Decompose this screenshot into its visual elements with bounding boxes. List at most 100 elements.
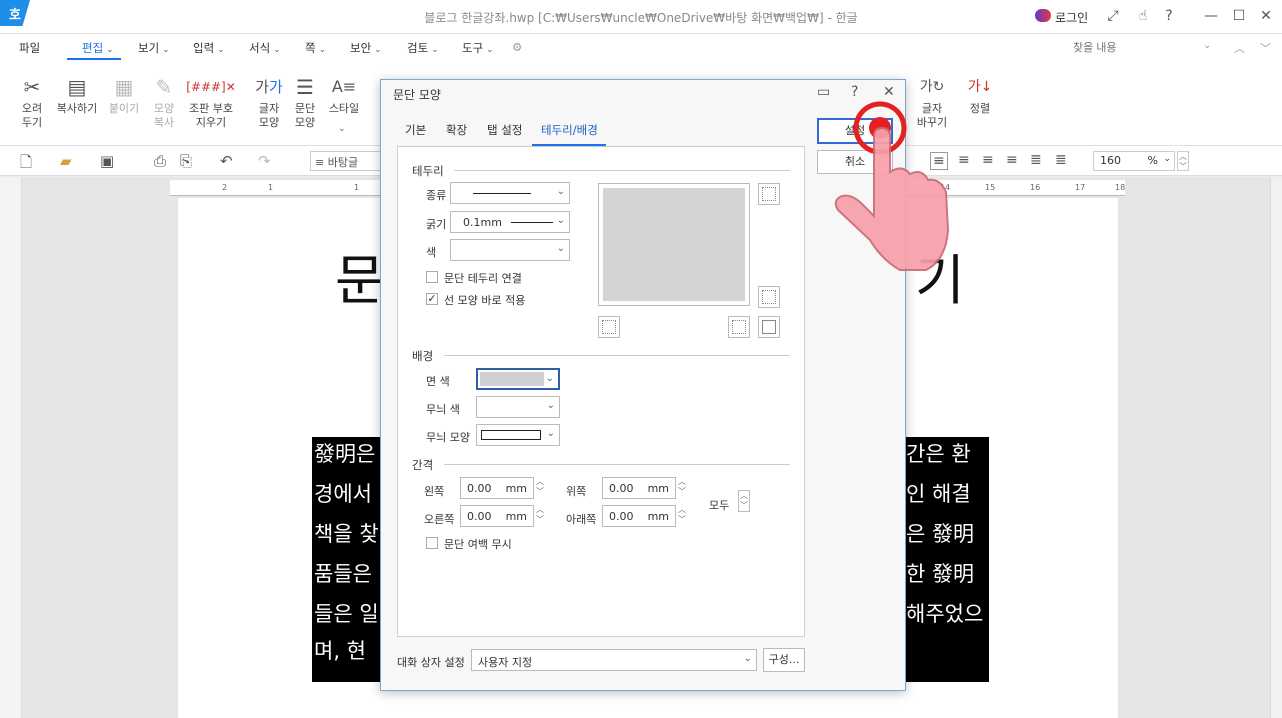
dialog-preset-value: 사용자 지정 xyxy=(478,656,533,669)
spacing-right-input[interactable]: 0.00 mm xyxy=(460,505,534,527)
tab-basic[interactable]: 기본 xyxy=(405,122,426,138)
spacing-left-input[interactable]: 0.00 mm xyxy=(460,477,534,499)
spacing-top-stepper[interactable]: ︿ ﹀ xyxy=(676,477,688,499)
background-section-title: 배경 xyxy=(412,349,434,363)
zoom-stepper[interactable]: ︿ ﹀ xyxy=(1177,151,1189,171)
menu-view[interactable]: 보기 ⌄ xyxy=(138,40,170,56)
configure-button[interactable]: 구성... xyxy=(763,648,805,672)
style-button[interactable]: A≡ 스타일 xyxy=(324,72,364,116)
border-bottom-button[interactable] xyxy=(758,286,780,308)
char-shape-icon: 가가 xyxy=(255,78,283,96)
spacing-all-label: 모두 xyxy=(709,499,730,512)
menu-insert[interactable]: 입력 ⌄ xyxy=(193,40,225,56)
paste-button[interactable]: ▦ 붙이기 xyxy=(104,72,144,116)
close-window-icon[interactable]: ✕ xyxy=(1255,6,1277,26)
border-width-select[interactable]: 0.1mm ⌄ xyxy=(450,211,570,233)
tab-tab-settings[interactable]: 탭 설정 xyxy=(487,122,522,138)
restore-ribbon-icon[interactable]: ⤢ xyxy=(1102,6,1124,26)
para-shape-label: 문단 모양 xyxy=(294,102,316,129)
dialog-title: 문단 모양 xyxy=(393,88,441,102)
print-preview-icon[interactable]: ⎘ xyxy=(180,152,192,170)
chevron-down-icon: ⌄ xyxy=(486,45,494,55)
dialog-close-icon[interactable]: ✕ xyxy=(883,84,895,100)
sort-button[interactable]: 가↓ 정렬 xyxy=(960,72,1000,116)
touch-mode-icon[interactable]: ☝ xyxy=(1132,6,1154,26)
border-top-button[interactable] xyxy=(758,183,780,205)
align-split-icon[interactable]: ≣ xyxy=(1055,152,1067,168)
vertical-scrollbar[interactable] xyxy=(1270,177,1282,718)
login-avatar-icon[interactable] xyxy=(1035,9,1051,22)
open-folder-icon[interactable]: ▰ xyxy=(60,152,72,170)
help-icon[interactable]: ? xyxy=(1158,6,1180,26)
menu-format[interactable]: 서식 ⌄ xyxy=(249,40,281,56)
menu-page[interactable]: 쪽 ⌄ xyxy=(305,40,326,56)
para-shape-button[interactable]: ☰ 문단 모양 xyxy=(285,72,325,130)
redo-icon[interactable]: ↷ xyxy=(258,152,271,170)
undo-icon[interactable]: ↶ xyxy=(220,152,233,170)
menu-file[interactable]: 파일 xyxy=(19,40,40,56)
zoom-input[interactable]: 160% ⌄ xyxy=(1093,151,1175,171)
cut-button[interactable]: ✂ 오려 두기 xyxy=(12,72,52,130)
spacing-bottom-input[interactable]: 0.00 mm xyxy=(602,505,676,527)
paragraph-line: 은 發明 xyxy=(906,522,974,546)
dialog-info-icon[interactable]: ▭ xyxy=(817,84,830,100)
extension-icon[interactable]: ⚙ xyxy=(512,40,522,54)
search-dropdown-icon[interactable]: ⌄ xyxy=(1203,40,1211,51)
align-distribute-icon[interactable]: ≣ xyxy=(1030,152,1042,168)
tutorial-hand-pointer-icon xyxy=(834,101,950,271)
menu-tools[interactable]: 도구 ⌄ xyxy=(462,40,494,56)
pattern-shape-select[interactable]: ⌄ xyxy=(476,424,560,446)
search-next-icon[interactable]: ﹀ xyxy=(1260,40,1271,56)
dialog-preset-select[interactable]: 사용자 지정 ⌄ xyxy=(471,649,757,671)
tab-extended[interactable]: 확장 xyxy=(446,122,467,138)
connect-border-checkbox[interactable] xyxy=(426,271,438,283)
ignore-margin-checkbox[interactable] xyxy=(426,537,438,549)
char-shape-button[interactable]: 가 가 글자 모양 xyxy=(249,72,289,130)
apply-immediately-checkbox[interactable]: ✓ xyxy=(426,293,438,305)
spacing-top-input[interactable]: 0.00 mm xyxy=(602,477,676,499)
ruler-tick: 18 xyxy=(1115,183,1126,192)
border-color-select[interactable]: ⌄ xyxy=(450,239,570,261)
search-input[interactable] xyxy=(1067,38,1217,58)
border-preview[interactable] xyxy=(598,183,750,306)
zoom-dropdown-icon: ⌄ xyxy=(1163,154,1171,164)
sort-icon: 가↓ xyxy=(967,79,993,95)
spacing-top-label: 위쪽 xyxy=(566,485,587,498)
spacing-all-stepper[interactable]: ︿ ﹀ xyxy=(738,490,750,512)
pattern-color-select[interactable]: ⌄ xyxy=(476,396,560,418)
maximize-icon[interactable]: ☐ xyxy=(1228,6,1250,26)
menu-security[interactable]: 보안 ⌄ xyxy=(350,40,382,56)
ruler-tick: 15 xyxy=(985,183,996,192)
style-chevron-icon[interactable]: ⌄ xyxy=(338,124,346,134)
spacing-bottom-value: 0.00 xyxy=(609,510,634,523)
search-prev-icon[interactable]: ︿ xyxy=(1234,40,1245,56)
save-icon[interactable]: ▣ xyxy=(100,152,114,170)
format-painter-button[interactable]: ✎ 모양 복사 xyxy=(144,72,184,130)
align-center-icon[interactable]: ≡ xyxy=(982,152,994,168)
new-doc-icon[interactable]: 🗋 xyxy=(20,152,32,177)
minimize-icon[interactable]: — xyxy=(1200,6,1222,26)
spacing-top-value: 0.00 xyxy=(609,482,634,495)
spacing-left-stepper[interactable]: ︿ ﹀ xyxy=(534,477,546,499)
copy-button[interactable]: ▤ 복사하기 xyxy=(54,72,100,116)
vertical-ruler xyxy=(0,177,22,718)
spacing-right-stepper[interactable]: ︿ ﹀ xyxy=(534,505,546,527)
align-right-icon[interactable]: ≡ xyxy=(1006,152,1018,168)
scissors-icon: ✂ xyxy=(23,75,41,99)
tab-border-background[interactable]: 테두리/배경 xyxy=(541,122,598,138)
dialog-help-icon[interactable]: ? xyxy=(851,84,858,100)
border-right-button[interactable] xyxy=(728,316,750,338)
menu-review[interactable]: 검토 ⌄ xyxy=(407,40,439,56)
ruler-tick: 16 xyxy=(1030,183,1041,192)
border-left-button[interactable] xyxy=(598,316,620,338)
border-type-select[interactable]: ⌄ xyxy=(450,182,570,204)
login-button[interactable]: 로그인 xyxy=(1055,9,1088,26)
face-color-select[interactable]: ⌄ xyxy=(476,368,560,390)
border-all-button[interactable] xyxy=(758,316,780,338)
chevron-down-icon: ⌄ xyxy=(162,45,170,55)
style-select[interactable]: ≡ 바탕글 xyxy=(310,151,382,171)
spacing-bottom-stepper[interactable]: ︿ ﹀ xyxy=(676,505,688,527)
menu-edit[interactable]: 편집 ⌄ xyxy=(82,40,114,56)
print-icon[interactable]: ⎙ xyxy=(154,152,166,170)
clear-codes-button[interactable]: [###]✕ 조판 부호 지우기 xyxy=(186,72,236,130)
